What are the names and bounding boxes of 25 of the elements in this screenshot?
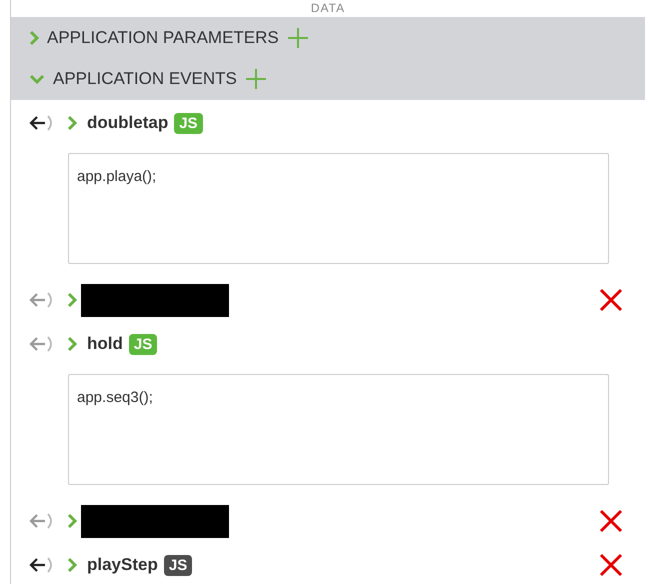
js-badge: JS	[174, 112, 203, 134]
event-name[interactable]: playStep	[87, 555, 158, 575]
add-icon[interactable]	[244, 68, 267, 90]
code-editor[interactable]: app.playa();	[68, 153, 609, 264]
js-badge: JS	[164, 554, 192, 576]
chevron-down-icon[interactable]	[29, 72, 45, 84]
link-arrow-icon[interactable]	[29, 114, 55, 132]
delete-icon[interactable]	[598, 508, 624, 534]
event-name[interactable]: doubletap	[87, 113, 168, 133]
chevron-right-icon[interactable]	[29, 30, 39, 46]
panel-title: DATA	[310, 1, 346, 15]
chevron-right-icon[interactable]	[67, 336, 77, 352]
section-title[interactable]: APPLICATION PARAMETERS	[47, 28, 279, 48]
add-icon[interactable]	[286, 26, 309, 48]
chevron-right-icon[interactable]	[67, 513, 77, 529]
link-arrow-icon[interactable]	[29, 556, 55, 574]
delete-icon[interactable]	[598, 552, 624, 578]
chevron-right-icon[interactable]	[67, 115, 77, 131]
js-badge: JS	[128, 334, 158, 354]
delete-icon[interactable]	[598, 287, 624, 313]
code-editor[interactable]: app.seq3();	[68, 374, 609, 485]
chevron-right-icon[interactable]	[67, 557, 77, 573]
chevron-right-icon[interactable]	[67, 292, 77, 308]
event-name[interactable]: hold	[87, 334, 123, 354]
section-title[interactable]: APPLICATION EVENTS	[53, 68, 237, 88]
